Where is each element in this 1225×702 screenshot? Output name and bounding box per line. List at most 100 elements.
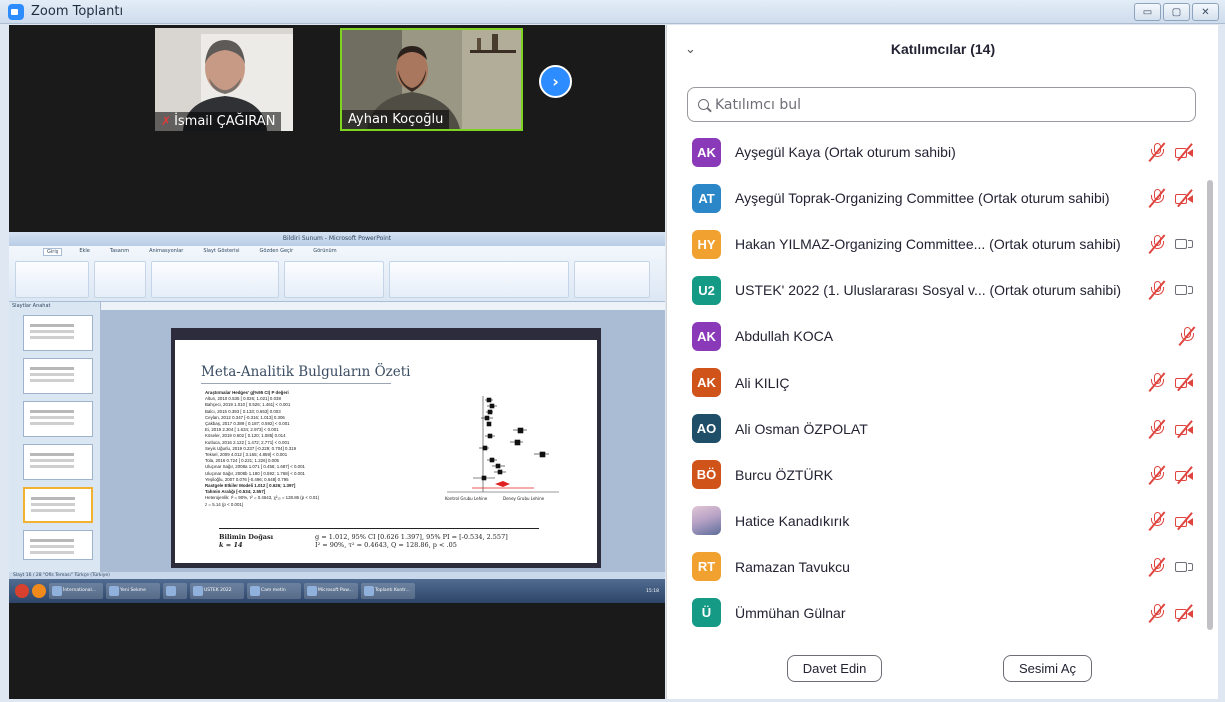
participant-row[interactable]: AO Ali Osman ÖZPOLAT [667,406,1207,452]
participant-row[interactable]: BÖ Burcu ÖZTÜRK [667,452,1207,498]
participant-list-scrollbar[interactable] [1207,180,1213,630]
ppt-slide-canvas: Meta-Analitik Bulguların Özeti Araştırma… [101,302,665,572]
window-controls: ▭ ▢ ✕ [1134,3,1219,21]
participant-row[interactable]: HY Hakan YILMAZ-Organizing Committee... (… [667,221,1207,267]
search-icon [698,99,709,110]
video-off-icon [1175,419,1195,438]
participant-row[interactable]: U2 USTEK' 2022 (1. Uluslararası Sosyal v.… [667,267,1207,313]
windows-taskbar: İnternational... Yeni Sekme USTEK 2022 C… [9,579,665,603]
participant-status-icons [1148,188,1195,208]
mic-muted-icon [1148,557,1166,577]
ppt-tab: Tasarım [109,248,130,254]
participant-row[interactable]: AT Ayşegül Toprak-Organizing Committee (O… [667,175,1207,221]
forest-plot-table: Araştırmalar Hedges' g(%95 CI) P değeri … [205,390,425,508]
invite-button[interactable]: Davet Edin [787,655,882,682]
participant-status-icons [1148,603,1195,623]
participant-name: Ayşegül Toprak-Organizing Committee (Ort… [735,190,1110,207]
avatar: RT [692,552,721,582]
ppt-tab: Ekle [79,248,90,254]
mic-muted-icon [1148,280,1166,300]
video-tile-active-speaker[interactable]: Ayhan Koçoğlu [340,28,523,131]
ppt-ribbon-groups [9,258,665,301]
shared-screen: Bildiri Sunum - Microsoft PowerPoint Gir… [9,232,665,603]
avatar: AT [692,183,721,213]
summary-label: k = 14 [219,541,243,549]
avatar: AK [692,137,721,167]
taskbar-task: İnternational... [49,583,103,599]
participants-title: Katılımcılar (14) [890,41,996,57]
slide-title-rule [201,383,391,384]
slide-thumbnail [23,444,93,480]
participant-name: Ramazan Tavukcu [735,558,850,575]
mic-muted-icon [1148,188,1166,208]
ppt-ribbon-group [94,261,146,298]
ppt-window-title: Bildiri Sunum - Microsoft PowerPoint [9,232,665,246]
avatar: AK [692,321,721,351]
firefox-icon [32,584,46,598]
participant-status-icons [1148,557,1195,577]
next-page-button[interactable]: › [539,65,572,98]
video-tile[interactable]: ✗ İsmail ÇAĞIRAN [155,28,293,131]
participant-row[interactable]: AK Ali KILIÇ [667,359,1207,405]
mic-muted-icon [1178,326,1196,347]
minimize-button[interactable]: ▭ [1134,3,1161,21]
unmute-button[interactable]: Sesimi Aç [1003,655,1092,682]
search-placeholder: Katılımcı bul [715,96,801,113]
taskbar-task: Toplantı Kontr... [361,583,415,599]
ppt-tab: Gözden Geçir [259,248,294,254]
participant-name: Hatice Kanadıkırık [735,512,850,529]
ppt-ribbon-tabs: Giriş Ekle Tasarım Animasyonlar Slayt Gö… [9,246,665,258]
participant-search-input[interactable]: Katılımcı bul [687,87,1196,122]
participant-name: USTEK' 2022 (1. Uluslararası Sosyal v...… [735,282,1121,299]
mic-muted-icon [1148,511,1166,531]
participant-row[interactable]: Hatice Kanadıkırık [667,498,1207,544]
ppt-tab: Animasyonlar [149,248,184,254]
ppt-ribbon-group [15,261,89,298]
ppt-tab: Slayt Gösterisi [203,248,240,254]
tile-name-label: ✗ İsmail ÇAĞIRAN [155,112,282,131]
ppt-tab: Giriş [43,248,63,256]
forest-axis-right: Deney Grubu Lehine [503,496,545,501]
ppt-ribbon-group [151,261,279,298]
slide-thumbnail [23,358,93,394]
taskbar-task [163,583,187,599]
participant-name: Ümmühan Gülnar [735,604,846,621]
taskbar-clock: 15:18 [646,588,659,594]
participants-panel: ⌄ Katılımcılar (14) Katılımcı bul AK Ayşe… [666,25,1218,699]
ppt-ruler [101,302,665,311]
slide: Meta-Analitik Bulguların Özeti Araştırma… [171,328,601,568]
video-off-icon [1175,511,1195,530]
avatar: HY [692,229,721,259]
forest-axis-left: Kontrol Grubu Lehine [445,496,488,501]
participant-row[interactable]: AK Abdullah KOCA [667,313,1207,359]
mic-muted-icon [1148,418,1166,439]
avatar: U2 [692,275,721,305]
avatar [692,506,721,536]
ppt-ribbon-group [389,261,569,298]
participant-status-icons [1148,464,1195,485]
slide-top-bar [175,332,597,340]
tile-name-label: Ayhan Koçoğlu [342,110,450,129]
forest-overall-z: z = 5.14 (p < 0.001) [205,501,244,507]
participant-name: Ayşegül Kaya (Ortak oturum sahibi) [735,144,956,161]
slide-title: Meta-Analitik Bulguların Özeti [201,364,411,380]
video-off-icon [1175,373,1195,392]
ppt-thumbs-header: Slaytlar Anahat [12,303,51,309]
mic-muted-icon [1148,603,1166,623]
participant-row[interactable]: AK Ayşegül Kaya (Ortak oturum sahibi) [667,129,1207,175]
ppt-ribbon-group [574,261,650,298]
window-titlebar: Zoom Toplantı ▭ ▢ ✕ [0,0,1225,24]
maximize-button[interactable]: ▢ [1163,3,1190,21]
participant-status-icons [1148,418,1195,439]
participant-name: Ali KILIÇ [735,374,790,391]
mic-muted-icon [1148,464,1166,485]
meeting-area: ✗ İsmail ÇAĞIRAN Ayhan Koçoğlu › Bildiri … [9,25,665,699]
video-on-icon [1175,282,1195,298]
summary-value: I² = 90%, τ² = 0.4643, Q = 128.86, p < .… [315,541,457,549]
participant-row[interactable]: RT Ramazan Tavukcu [667,544,1207,590]
taskbar-task: USTEK 2022 [190,583,244,599]
participant-row[interactable]: Ü Ümmühan Gülnar [667,590,1207,636]
close-button[interactable]: ✕ [1192,3,1219,21]
avatar: BÖ [692,460,721,490]
taskbar-task: Microsoft Pow... [304,583,358,599]
